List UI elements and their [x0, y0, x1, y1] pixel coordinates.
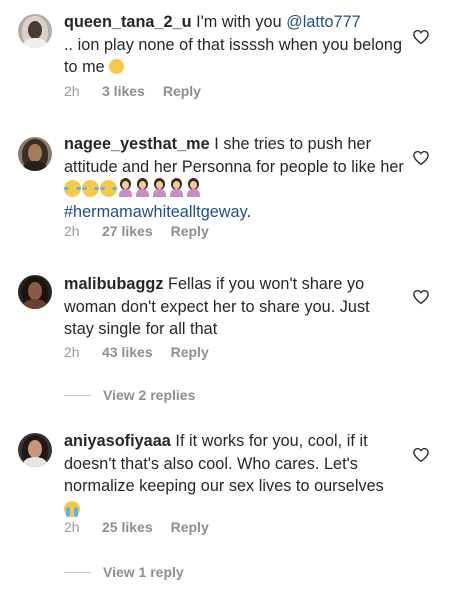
- reply-button[interactable]: Reply: [171, 344, 209, 360]
- comment-username[interactable]: queen_tana_2_u: [64, 13, 192, 31]
- view-replies-label: View 2 replies: [103, 387, 196, 403]
- likes-count[interactable]: 43 likes: [102, 344, 153, 360]
- comment-text: malibubaggz Fellas if you won't share yo…: [64, 273, 404, 341]
- laughing-crying-icon: [64, 180, 81, 197]
- comment-body-end: .: [246, 202, 252, 221]
- comment-text: aniyasofiyaaa If it works for you, cool,…: [64, 430, 404, 520]
- woman-shrugging-icon: [186, 178, 201, 197]
- comment-meta: 2h 25 likes Reply: [64, 519, 209, 535]
- heart-icon[interactable]: [412, 28, 430, 46]
- reply-button[interactable]: Reply: [171, 519, 209, 535]
- avatar[interactable]: [18, 137, 52, 171]
- comment-meta: 2h 3 likes Reply: [64, 83, 201, 99]
- comment-timestamp: 2h: [64, 83, 80, 99]
- reply-button[interactable]: Reply: [163, 83, 201, 99]
- hashtag-link[interactable]: #hermamawhitealltgeway: [64, 203, 247, 221]
- avatar[interactable]: [18, 14, 52, 48]
- comment-timestamp: 2h: [64, 344, 80, 360]
- woman-shrugging-icon: [152, 178, 167, 197]
- avatar[interactable]: [18, 275, 52, 309]
- comment-username[interactable]: nagee_yesthat_me: [64, 135, 210, 153]
- comment-body: I'm with you: [191, 13, 287, 31]
- woman-shrugging-icon: [118, 178, 133, 197]
- divider: [64, 571, 91, 573]
- view-replies-button[interactable]: View 2 replies: [64, 387, 195, 403]
- comment-timestamp: 2h: [64, 223, 80, 239]
- heart-icon[interactable]: [412, 149, 430, 167]
- likes-count[interactable]: 25 likes: [102, 519, 153, 535]
- comment-meta: 2h 43 likes Reply: [64, 344, 209, 360]
- comment-text: nagee_yesthat_me I she tries to push her…: [64, 133, 404, 223]
- comment-timestamp: 2h: [64, 519, 80, 535]
- likes-count[interactable]: 3 likes: [102, 83, 145, 99]
- heart-icon[interactable]: [412, 288, 430, 306]
- laughing-crying-icon: [100, 180, 117, 197]
- view-replies-button[interactable]: View 1 reply: [64, 564, 184, 580]
- comment-username[interactable]: aniyasofiyaaa: [64, 432, 171, 450]
- divider: [64, 394, 91, 396]
- loudly-crying-icon: [64, 500, 80, 517]
- comment-username[interactable]: malibubaggz: [64, 275, 163, 293]
- woman-shrugging-icon: [169, 178, 184, 197]
- mention-link[interactable]: @latto777: [286, 13, 361, 31]
- smiling-face-icon: [109, 59, 125, 74]
- view-replies-label: View 1 reply: [103, 564, 184, 580]
- reply-button[interactable]: Reply: [171, 223, 209, 239]
- comment-text: queen_tana_2_u I'm with you @latto777.. …: [64, 11, 404, 79]
- likes-count[interactable]: 27 likes: [102, 223, 153, 239]
- comment-meta: 2h 27 likes Reply: [64, 223, 209, 239]
- heart-icon[interactable]: [412, 446, 430, 464]
- avatar[interactable]: [18, 433, 52, 467]
- laughing-crying-icon: [82, 180, 99, 197]
- woman-shrugging-icon: [135, 178, 150, 197]
